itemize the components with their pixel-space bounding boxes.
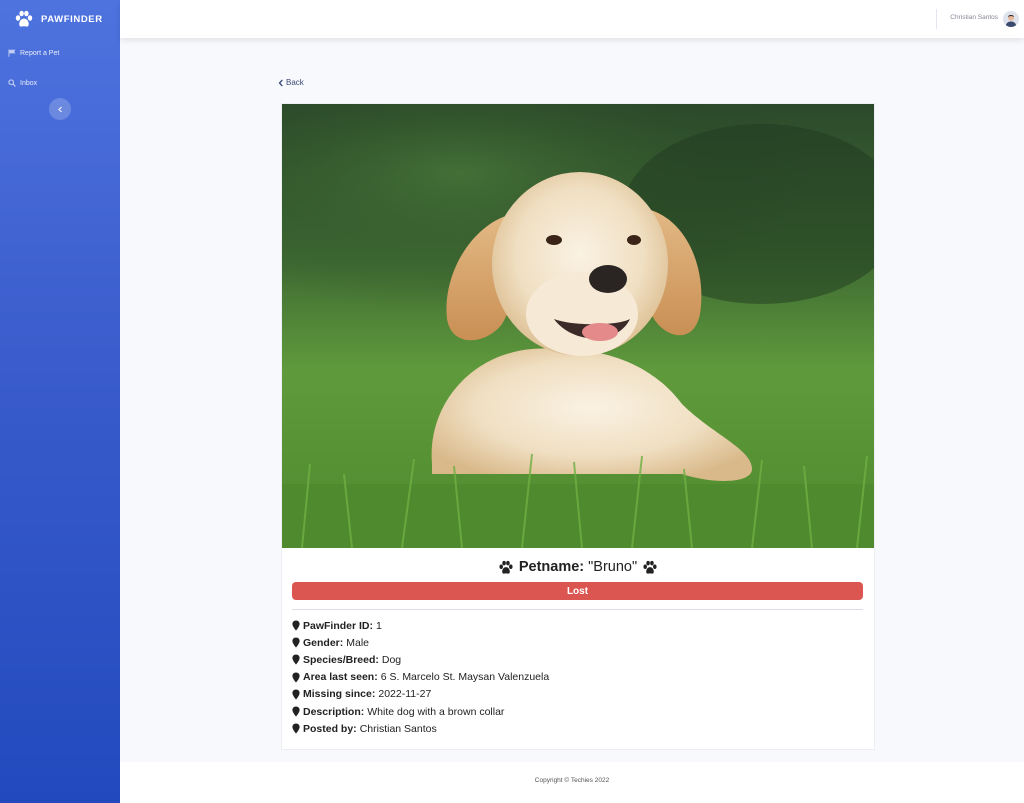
avatar-icon <box>1003 11 1019 27</box>
back-label: Back <box>286 78 304 87</box>
detail-posted-by: Posted by: Christian Santos <box>292 720 549 737</box>
map-pin-icon <box>292 620 300 631</box>
sidebar-item-inbox[interactable]: Inbox <box>8 79 37 87</box>
topbar: Christian Santos <box>120 0 1024 38</box>
sidebar-item-label: Inbox <box>20 79 38 87</box>
detail-label: Description: <box>303 705 365 718</box>
paw-icon <box>15 10 33 27</box>
detail-value: Dog <box>381 653 402 666</box>
map-pin-icon <box>292 672 300 683</box>
pet-photo <box>282 104 874 548</box>
footer: Copyright © Techies 2022 <box>120 762 1024 803</box>
detail-description: Description: White dog with a brown coll… <box>292 703 549 720</box>
back-link[interactable]: Back <box>278 78 304 87</box>
brand-logo[interactable]: PAWFINDER <box>14 10 103 28</box>
search-icon <box>8 79 16 87</box>
detail-label: Gender: <box>303 636 344 649</box>
detail-label: Area last seen: <box>303 671 378 684</box>
sidebar-item-report-a-pet[interactable]: Report a Pet <box>8 49 59 57</box>
paw-icon <box>643 560 657 574</box>
detail-value: White dog with a brown collar <box>367 705 505 718</box>
chevron-left-icon <box>57 106 62 112</box>
topbar-divider <box>936 9 937 29</box>
copyright-text: Copyright © Techies 2022 <box>534 777 610 784</box>
brand-name: PAWFINDER <box>41 13 103 25</box>
pet-card: Petname: "Bruno" Lost PawFinder ID: 1 Ge… <box>281 103 875 750</box>
sidebar-toggle-button[interactable] <box>49 98 71 120</box>
detail-missing-since: Missing since: 2022-11-27 <box>292 686 549 703</box>
map-pin-icon <box>292 654 300 665</box>
paw-icon <box>499 560 513 574</box>
status-badge: Lost <box>292 582 863 600</box>
chevron-left-icon <box>278 79 283 86</box>
detail-value: 1 <box>376 619 382 632</box>
sidebar: PAWFINDER Report a Pet Inbox <box>0 0 120 803</box>
detail-value: Male <box>346 636 370 649</box>
detail-value: 2022-11-27 <box>378 688 432 701</box>
pet-name-heading: Petname: "Bruno" <box>282 559 874 575</box>
map-pin-icon <box>292 706 300 717</box>
pet-name-label: Petname: <box>518 559 585 575</box>
detail-gender: Gender: Male <box>292 634 549 651</box>
detail-species-breed: Species/Breed: Dog <box>292 651 549 668</box>
user-name[interactable]: Christian Santos <box>950 14 998 21</box>
detail-pawfinder-id: PawFinder ID: 1 <box>292 617 549 634</box>
detail-label: Species/Breed: <box>303 653 379 666</box>
detail-area-last-seen: Area last seen: 6 S. Marcelo St. Maysan … <box>292 669 549 686</box>
map-pin-icon <box>292 689 300 700</box>
pet-name-value: "Bruno" <box>588 559 638 575</box>
sidebar-item-label: Report a Pet <box>20 49 60 57</box>
detail-value: 6 S. Marcelo St. Maysan Valenzuela <box>380 671 550 684</box>
detail-label: Missing since: <box>303 688 376 701</box>
flag-icon <box>8 49 16 57</box>
map-pin-icon <box>292 723 300 734</box>
detail-label: PawFinder ID: <box>303 619 374 632</box>
divider <box>292 609 863 610</box>
user-avatar[interactable] <box>1003 11 1019 27</box>
detail-value: Christian Santos <box>359 722 437 735</box>
map-pin-icon <box>292 637 300 648</box>
pet-details-list: PawFinder ID: 1 Gender: Male Species/Bre… <box>292 617 549 737</box>
detail-label: Posted by: <box>303 722 357 735</box>
